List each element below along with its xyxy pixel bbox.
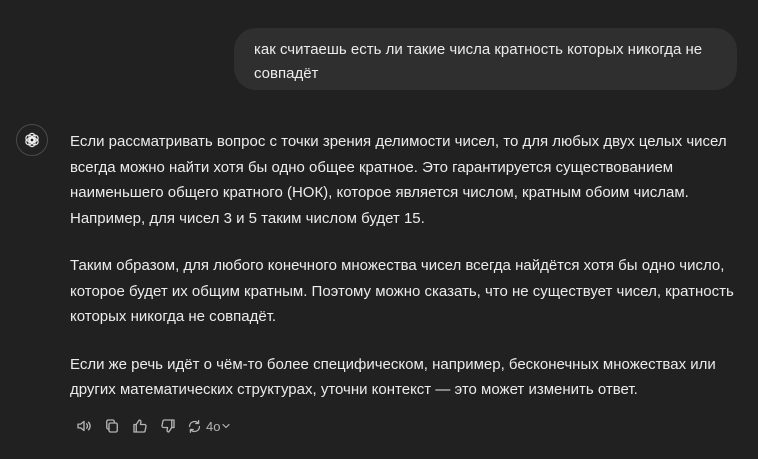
chevron-down-icon xyxy=(220,420,232,432)
user-message-text: как считаешь есть ли такие числа кратнос… xyxy=(254,41,703,82)
model-switch-button[interactable]: 4o xyxy=(182,414,232,438)
bad-response-button[interactable] xyxy=(154,414,182,438)
regenerate-icon xyxy=(186,418,203,435)
read-aloud-button[interactable] xyxy=(70,414,98,438)
openai-logo-icon xyxy=(16,124,48,156)
copy-icon xyxy=(103,417,121,435)
thumbs-down-icon xyxy=(159,417,177,435)
model-label: 4o xyxy=(206,418,221,434)
copy-button[interactable] xyxy=(98,414,126,438)
user-message-bubble: как считаешь есть ли такие числа кратнос… xyxy=(234,28,737,90)
speaker-icon xyxy=(75,417,93,435)
assistant-paragraph-1: Если рассматривать вопрос с точки зрения… xyxy=(70,133,727,227)
assistant-message: Если рассматривать вопрос с точки зрения… xyxy=(70,129,740,403)
good-response-button[interactable] xyxy=(126,414,154,438)
message-actions-bar: 4o xyxy=(70,414,232,438)
assistant-paragraph-3: Если же речь идёт о чём-то более специфи… xyxy=(70,355,716,399)
assistant-paragraph-2: Таким образом, для любого конечного множ… xyxy=(70,257,734,325)
thumbs-up-icon xyxy=(131,417,149,435)
